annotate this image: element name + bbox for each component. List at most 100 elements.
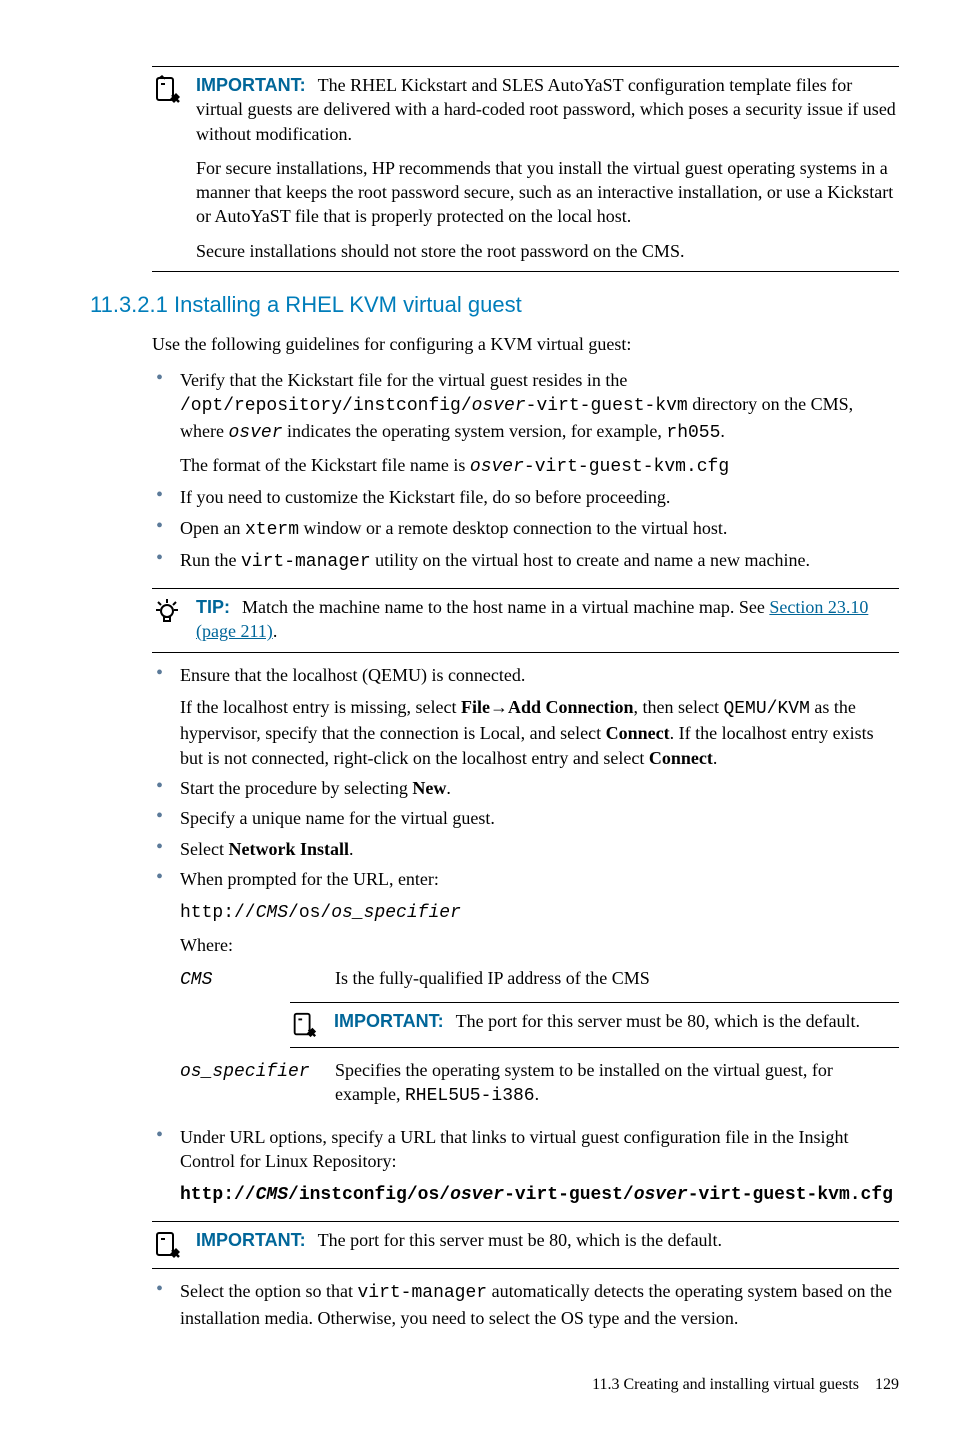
intro-paragraph: Use the following guidelines for configu…: [152, 332, 899, 356]
footer-section: 11.3 Creating and installing virtual gue…: [592, 1376, 859, 1393]
important-callout: IMPORTANT:The RHEL Kickstart and SLES Au…: [152, 66, 899, 272]
menu-name: File: [461, 697, 490, 717]
text: .: [273, 621, 278, 641]
text: .: [446, 778, 451, 798]
guideline-list: Verify that the Kickstart file for the v…: [152, 368, 899, 578]
text: utility on the virtual host to create an…: [371, 550, 810, 570]
code-var: CMS: [256, 1185, 288, 1205]
list-item: Run the virt-manager utility on the virt…: [152, 548, 899, 578]
important-callout: IMPORTANT: The port for this server must …: [152, 1221, 899, 1269]
list-item: Select the option so that virt-manager a…: [152, 1279, 899, 1334]
important-icon: [152, 73, 196, 105]
code-command: virt-manager: [241, 552, 371, 572]
where-term: os_specifier: [180, 1062, 310, 1082]
menu-name: Connect: [649, 748, 713, 768]
menu-name: Network Install: [228, 839, 349, 859]
code-example: rh055: [666, 423, 720, 443]
where-term: CMS: [180, 970, 212, 990]
code-path: /opt/repository/instconfig/: [180, 396, 472, 416]
text: If you need to customize the Kickstart f…: [180, 485, 899, 509]
callout-text: The port for this server must be 80, whi…: [456, 1011, 860, 1031]
where-definition: Specifies the operating system to be ins…: [335, 1058, 899, 1109]
list-item: Open an xterm window or a remote desktop…: [152, 516, 899, 546]
text: Specify a unique name for the virtual gu…: [180, 806, 899, 830]
arrow: →: [490, 697, 508, 717]
text: Under URL options, specify a URL that li…: [180, 1125, 899, 1174]
where-definition: Is the fully-qualified IP address of the…: [335, 966, 899, 992]
code-url: /instconfig/os/: [288, 1185, 450, 1205]
code-var: osver: [228, 423, 282, 443]
list-item: When prompted for the URL, enter: http:/…: [152, 867, 899, 1123]
where-row: os_specifier Specifies the operating sys…: [180, 1058, 899, 1109]
text: Ensure that the localhost (QEMU) is conn…: [180, 663, 899, 687]
menu-name: Connect: [606, 723, 670, 743]
code-var: osver: [634, 1185, 688, 1205]
callout-text: The port for this server must be 80, whi…: [318, 1230, 722, 1250]
tip-callout: TIP: Match the machine name to the host n…: [152, 588, 899, 653]
code-text: QEMU/KVM: [723, 699, 809, 719]
important-label: IMPORTANT:: [334, 1011, 444, 1031]
code-command: virt-manager: [357, 1283, 487, 1303]
code-url: http://: [180, 1185, 256, 1205]
important-label: IMPORTANT:: [196, 75, 306, 95]
text: Open an: [180, 518, 245, 538]
code-command: xterm: [245, 520, 299, 540]
code-var: osver: [450, 1185, 504, 1205]
text: Verify that the Kickstart file for the v…: [180, 370, 627, 390]
footer-page-number: 129: [875, 1376, 899, 1393]
code-path: -virt-guest-kvm: [526, 396, 688, 416]
lightbulb-icon: [152, 595, 196, 627]
code-url: /os/: [288, 903, 331, 923]
guideline-list: Ensure that the localhost (QEMU) is conn…: [152, 663, 899, 1212]
important-icon: [152, 1228, 196, 1260]
code-url: -virt-guest-kvm.cfg: [688, 1185, 893, 1205]
list-item: Specify a unique name for the virtual gu…: [152, 806, 899, 834]
text: The format of the Kickstart file name is: [180, 455, 470, 475]
code-url: http://: [180, 903, 256, 923]
list-item: Select Network Install.: [152, 837, 899, 865]
document-page: IMPORTANT:The RHEL Kickstart and SLES Au…: [90, 66, 899, 1396]
list-item: Verify that the Kickstart file for the v…: [152, 368, 899, 483]
text: Select: [180, 839, 228, 859]
list-item: If you need to customize the Kickstart f…: [152, 485, 899, 513]
code-example: RHEL5U5-i386: [405, 1086, 535, 1106]
text: .: [720, 421, 725, 441]
code-var: osver: [470, 457, 524, 477]
text: Match the machine name to the host name …: [242, 597, 769, 617]
important-label: IMPORTANT:: [196, 1230, 306, 1250]
text: window or a remote desktop connection to…: [299, 518, 727, 538]
text: Select the option so that: [180, 1281, 357, 1301]
section-number: 11.3.2.1: [90, 292, 168, 317]
text: .: [349, 839, 354, 859]
text: indicates the operating system version, …: [283, 421, 667, 441]
page-footer: 11.3 Creating and installing virtual gue…: [90, 1374, 899, 1396]
code-path: -virt-guest-kvm.cfg: [524, 457, 729, 477]
text: Run the: [180, 550, 241, 570]
list-item: Start the procedure by selecting New.: [152, 776, 899, 804]
code-var: osver: [472, 396, 526, 416]
callout-text: Secure installations should not store th…: [196, 239, 899, 263]
where-label: Where:: [180, 933, 899, 957]
list-item: Ensure that the localhost (QEMU) is conn…: [152, 663, 899, 774]
text: If the localhost entry is missing, selec…: [180, 697, 461, 717]
where-row: CMS Is the fully-qualified IP address of…: [180, 966, 899, 992]
callout-text: For secure installations, HP recommends …: [196, 156, 899, 229]
code-url: -virt-guest/: [504, 1185, 634, 1205]
section-title: Installing a RHEL KVM virtual guest: [174, 292, 522, 317]
code-var: CMS: [256, 903, 288, 923]
where-table: CMS Is the fully-qualified IP address of…: [180, 966, 899, 992]
text: .: [713, 748, 718, 768]
text: .: [535, 1084, 540, 1104]
tip-label: TIP:: [196, 597, 230, 617]
list-item: Under URL options, specify a URL that li…: [152, 1125, 899, 1212]
text: When prompted for the URL, enter:: [180, 867, 899, 891]
important-callout: IMPORTANT: The port for this server must …: [290, 1002, 899, 1048]
menu-name: Add Connection: [508, 697, 634, 717]
where-table: os_specifier Specifies the operating sys…: [180, 1058, 899, 1109]
important-icon: [290, 1009, 334, 1039]
code-var: os_specifier: [331, 903, 461, 923]
text: , then select: [633, 697, 723, 717]
text: Start the procedure by selecting: [180, 778, 412, 798]
section-heading: 11.3.2.1 Installing a RHEL KVM virtual g…: [90, 290, 899, 320]
menu-name: New: [412, 778, 446, 798]
